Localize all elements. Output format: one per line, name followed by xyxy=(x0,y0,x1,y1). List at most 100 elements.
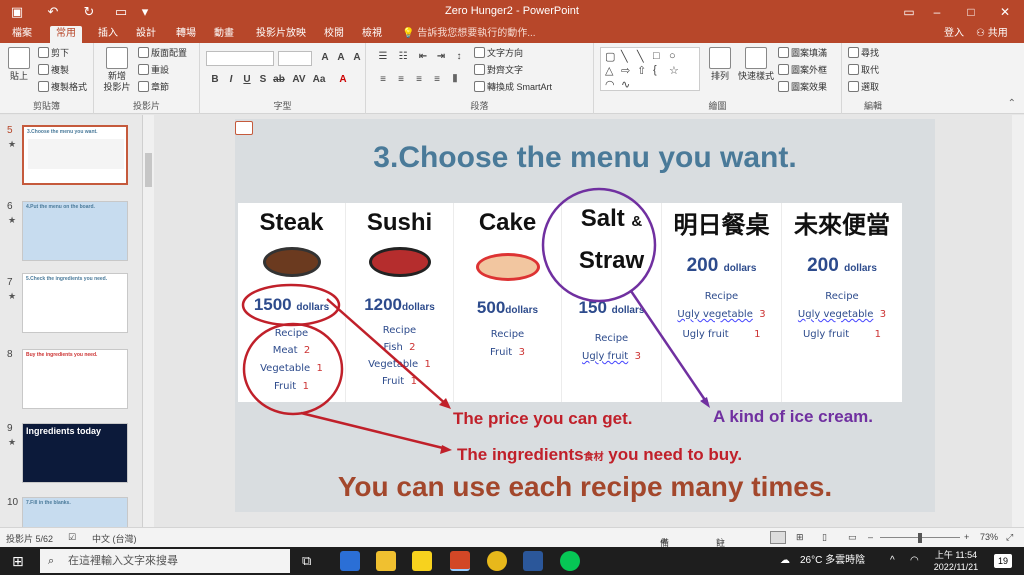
tab-home[interactable]: 常用 xyxy=(50,26,82,43)
align-center-icon[interactable]: ≡ xyxy=(394,74,408,85)
sticky-notes-icon[interactable] xyxy=(412,551,432,571)
increase-indent-icon[interactable]: ⇥ xyxy=(434,51,448,62)
arrow-shape-icon[interactable]: ⇨ xyxy=(621,64,630,77)
smartart-button[interactable]: 轉換成 SmartArt xyxy=(474,81,552,93)
line-app-icon[interactable] xyxy=(560,551,580,571)
tab-review[interactable]: 校閱 xyxy=(318,26,350,43)
tab-transitions[interactable]: 轉場 xyxy=(170,26,202,43)
shape-fill-button[interactable]: 圖案填滿 xyxy=(778,47,827,59)
triangle-shape-icon[interactable]: △ xyxy=(605,64,613,77)
arrow2-shape-icon[interactable]: ⇧ xyxy=(637,64,646,77)
sign-in-link[interactable]: 登入 xyxy=(944,26,964,42)
font-size-box[interactable] xyxy=(278,51,312,66)
quick-styles-button[interactable]: 快速樣式 xyxy=(738,47,774,82)
align-text-button[interactable]: 對齊文字 xyxy=(474,64,523,76)
annotation-ingredients[interactable]: The ingredients食材 you need to buy. xyxy=(457,445,742,465)
cut-button[interactable]: 剪下 xyxy=(38,47,69,59)
line-shape-icon[interactable]: ╲ xyxy=(621,50,628,63)
shrink-font-icon[interactable]: A xyxy=(334,52,348,63)
normal-view-icon[interactable] xyxy=(770,531,786,544)
layout-button[interactable]: 版面配置 xyxy=(138,47,187,59)
windows-start-icon[interactable]: ⊞ xyxy=(12,553,24,570)
underline-icon[interactable]: U xyxy=(240,74,254,85)
chrome-app-icon[interactable] xyxy=(487,551,507,571)
thumb-slide-10[interactable]: 7.Fill in the blanks. xyxy=(22,497,128,527)
thumb-slide-5[interactable]: 3.Choose the menu you want. xyxy=(22,125,128,185)
paste-button[interactable]: 貼上 xyxy=(6,47,32,82)
file-explorer-icon[interactable] xyxy=(376,551,396,571)
text-direction-button[interactable]: 文字方向 xyxy=(474,47,523,59)
task-view-icon[interactable]: ⧉ xyxy=(302,553,311,569)
spacing-icon[interactable]: AV xyxy=(292,74,306,85)
weather-text[interactable]: 26°C 多雲時陰 xyxy=(800,547,865,575)
spellcheck-icon[interactable]: ☑ xyxy=(68,532,76,543)
scroll-thumb[interactable] xyxy=(145,153,152,187)
slide-count[interactable]: 投影片 5/62 xyxy=(6,532,53,545)
tab-design[interactable]: 設計 xyxy=(130,26,162,43)
taskbar-search-box[interactable]: ⌕ 在這裡輸入文字來搜尋 xyxy=(40,549,290,573)
annotation-price[interactable]: The price you can get. xyxy=(453,409,633,429)
oval-shape-icon[interactable]: ○ xyxy=(669,50,676,62)
thumb-slide-6[interactable]: 4.Put the menu on the board. xyxy=(22,201,128,261)
annotation-ice-cream[interactable]: A kind of ice cream. xyxy=(713,407,873,427)
grow-font-icon[interactable]: A xyxy=(318,52,332,63)
zoom-out-icon[interactable]: – xyxy=(868,532,873,542)
thumb-slide-9[interactable]: Ingredients today xyxy=(22,423,128,483)
powerpoint-app-icon[interactable] xyxy=(450,551,470,571)
calendar-app-icon[interactable] xyxy=(340,551,360,571)
minimize-icon[interactable]: – xyxy=(918,0,956,24)
clock[interactable]: 上午 11:54 2022/11/21 xyxy=(928,549,984,573)
salt-straw-circle[interactable] xyxy=(541,187,657,303)
line-spacing-icon[interactable]: ↕ xyxy=(452,51,466,62)
close-icon[interactable]: ✕ xyxy=(986,0,1024,24)
thumb-slide-7[interactable]: 5.Check the ingredients you need. xyxy=(22,273,128,333)
share-button[interactable]: ⚇ 共用 xyxy=(976,26,1008,42)
change-case-icon[interactable]: Aa xyxy=(312,74,326,85)
align-left-icon[interactable]: ≡ xyxy=(376,74,390,85)
language-indicator[interactable]: 中文 (台灣) xyxy=(92,532,137,545)
slideshow-icon[interactable]: ▭ xyxy=(848,532,857,543)
font-name-box[interactable] xyxy=(206,51,274,66)
canvas-scrollbar[interactable] xyxy=(1012,115,1024,527)
format-painter-button[interactable]: 複製格式 xyxy=(38,81,87,93)
reading-view-icon[interactable]: ▯ xyxy=(822,532,827,543)
slide-sorter-icon[interactable]: ⊞ xyxy=(796,532,804,543)
reset-button[interactable]: 重設 xyxy=(138,64,169,76)
shapes-gallery[interactable]: ▢ ╲ ╲ □ ○ △ ⇨ ⇧ { ☆ ◠ ∿ xyxy=(600,47,700,91)
clear-format-icon[interactable]: A xyxy=(350,52,364,63)
thumbnail-scrollbar[interactable] xyxy=(143,115,154,527)
shape-effects-button[interactable]: 圖案效果 xyxy=(778,81,827,93)
arc-shape-icon[interactable]: ◠ xyxy=(605,78,615,91)
decrease-indent-icon[interactable]: ⇤ xyxy=(416,51,430,62)
shape-outline-button[interactable]: 圖案外框 xyxy=(778,64,827,76)
tab-animations[interactable]: 動畫 xyxy=(208,26,240,43)
star-shape-icon[interactable]: ☆ xyxy=(669,64,679,77)
copy-button[interactable]: 複製 xyxy=(38,64,69,76)
italic-icon[interactable]: I xyxy=(224,74,238,85)
justify-icon[interactable]: ≡ xyxy=(430,74,444,85)
thumb-slide-8[interactable]: Buy the ingredients you need. xyxy=(22,349,128,409)
font-color-icon[interactable]: A xyxy=(336,74,350,85)
line2-shape-icon[interactable]: ╲ xyxy=(637,50,644,63)
network-icon[interactable]: ◠ xyxy=(910,547,919,575)
rect-shape-icon[interactable]: □ xyxy=(653,50,660,62)
tab-slideshow[interactable]: 投影片放映 xyxy=(250,26,312,43)
price-arrow[interactable] xyxy=(326,298,448,406)
show-hidden-icons-icon[interactable]: ^ xyxy=(890,547,895,575)
zoom-level[interactable]: 73% xyxy=(980,532,998,542)
weather-icon[interactable]: ☁ xyxy=(780,547,790,575)
zoom-slider-thumb[interactable] xyxy=(918,533,922,543)
notification-badge[interactable]: 19 xyxy=(994,554,1012,568)
tab-file[interactable]: 檔案 xyxy=(6,26,38,43)
find-button[interactable]: 尋找 xyxy=(848,47,879,59)
replace-button[interactable]: 取代 xyxy=(848,64,879,76)
tell-me-box[interactable]: 💡 告訴我您想要執行的動作... xyxy=(402,26,536,42)
curve-shape-icon[interactable]: ∿ xyxy=(621,78,630,91)
tab-view[interactable]: 檢視 xyxy=(356,26,388,43)
maximize-icon[interactable]: □ xyxy=(952,0,990,24)
textbox-shape-icon[interactable]: ▢ xyxy=(605,50,615,63)
align-right-icon[interactable]: ≡ xyxy=(412,74,426,85)
price-circle[interactable] xyxy=(241,283,341,327)
zoom-in-icon[interactable]: + xyxy=(964,532,969,542)
bold-icon[interactable]: B xyxy=(208,74,222,85)
